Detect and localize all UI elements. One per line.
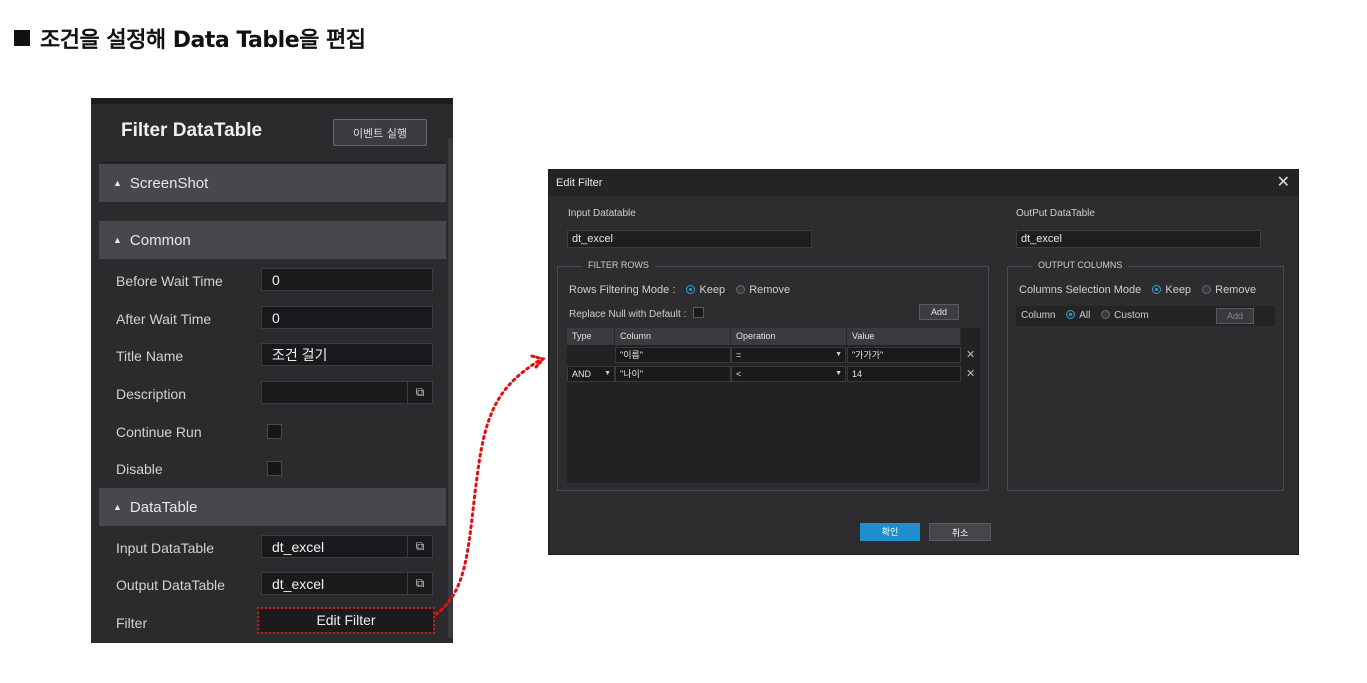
edit-filter-button[interactable]: Edit Filter: [257, 607, 435, 634]
cancel-button[interactable]: 취소: [929, 523, 991, 541]
panel-topbar: [91, 98, 453, 104]
replace-null-row: Replace Null with Default :: [569, 307, 705, 320]
row2-operation-value: <: [736, 369, 742, 379]
panel-scrollbar[interactable]: [448, 138, 453, 638]
row2-value[interactable]: 14: [847, 366, 961, 382]
keep-label: Keep: [699, 284, 726, 296]
input-datatable-label: Input Datatable: [568, 208, 636, 219]
before-wait-input[interactable]: 0: [261, 268, 433, 291]
columns-mode-label: Columns Selection Mode: [1019, 284, 1142, 296]
delete-row-icon[interactable]: ✕: [966, 347, 975, 363]
close-icon[interactable]: ✕: [1277, 170, 1290, 196]
rows-filtering-mode: Rows Filtering Mode : Keep Remove: [569, 284, 790, 296]
add-filter-row-button[interactable]: Add: [919, 304, 959, 320]
keep-radio[interactable]: [686, 285, 696, 294]
input-datatable-field[interactable]: dt_excel: [567, 230, 812, 248]
remove-radio[interactable]: [1202, 285, 1212, 294]
delete-row-icon[interactable]: ✕: [966, 366, 975, 382]
before-wait-label: Before Wait Time: [116, 273, 223, 289]
columns-selection-mode: Columns Selection Mode Keep Remove: [1019, 284, 1256, 296]
square-bullet-icon: [14, 30, 30, 46]
section-label: DataTable: [129, 499, 198, 516]
input-datatable-input[interactable]: dt_excel ⧉: [261, 535, 433, 558]
filter-label: Filter: [116, 615, 148, 631]
column-options: Column All Custom: [1021, 310, 1149, 321]
collapse-triangle-icon: ▲: [113, 178, 122, 188]
remove-radio[interactable]: [736, 285, 746, 294]
custom-label: Custom: [1114, 310, 1149, 321]
grid-header-value: Value: [847, 328, 961, 345]
continue-run-label: Continue Run: [116, 424, 202, 440]
dropdown-arrow-icon: ▼: [604, 370, 611, 377]
grid-header-type: Type: [567, 328, 615, 345]
row2-type-value: AND: [572, 369, 592, 379]
description-label: Description: [116, 386, 187, 402]
keep-label: Keep: [1165, 284, 1192, 296]
filter-rows-legend: FILTER ROWS: [582, 260, 655, 270]
divider: [99, 162, 445, 163]
column-label: Column: [1021, 310, 1056, 321]
collapse-triangle-icon: ▲: [113, 235, 122, 245]
dropdown-arrow-icon: ▼: [835, 351, 842, 358]
row1-operation-value: =: [736, 350, 742, 360]
section-label: Common: [129, 232, 191, 249]
open-external-icon[interactable]: ⧉: [407, 573, 432, 594]
page-heading: 조건을 설정해 Data Table을 편집: [14, 22, 366, 54]
remove-label: Remove: [749, 284, 791, 296]
row1-value[interactable]: "가가가": [847, 347, 961, 363]
remove-label: Remove: [1215, 284, 1257, 296]
title-name-label: Title Name: [116, 348, 184, 364]
run-event-button[interactable]: 이벤트 실행: [333, 119, 427, 146]
filter-grid: Type Column Operation Value "이름" = ▼ "가가가…: [567, 328, 980, 483]
row1-operation[interactable]: = ▼: [731, 347, 846, 363]
output-columns-legend: OUTPUT COLUMNS: [1032, 260, 1129, 270]
after-wait-label: After Wait Time: [116, 311, 212, 327]
rows-mode-label: Rows Filtering Mode :: [569, 284, 676, 296]
dialog-title: Edit Filter: [556, 177, 603, 189]
collapse-triangle-icon: ▲: [113, 502, 122, 512]
disable-checkbox[interactable]: [267, 461, 282, 476]
section-label: ScreenShot: [129, 175, 209, 192]
confirm-button[interactable]: 확인: [860, 523, 920, 541]
after-wait-input[interactable]: 0: [261, 306, 433, 329]
all-label: All: [1079, 310, 1091, 321]
replace-null-checkbox[interactable]: [693, 307, 705, 318]
description-input[interactable]: ⧉: [261, 381, 433, 404]
section-screenshot[interactable]: ▲ ScreenShot: [99, 164, 446, 202]
add-column-button[interactable]: Add: [1216, 308, 1254, 324]
output-columns-group: OUTPUT COLUMNS: [1007, 260, 1284, 491]
section-common[interactable]: ▲ Common: [99, 221, 446, 259]
disable-label: Disable: [116, 461, 163, 477]
keep-radio[interactable]: [1152, 285, 1162, 294]
output-datatable-label: OutPut DataTable: [1016, 208, 1095, 219]
input-datatable-value: dt_excel: [272, 539, 325, 555]
custom-radio[interactable]: [1101, 310, 1111, 319]
dialog-titlebar: Edit Filter ✕: [549, 170, 1298, 196]
output-datatable-field[interactable]: dt_excel: [1016, 230, 1261, 248]
title-name-input[interactable]: 조건 걸기: [261, 343, 433, 366]
section-datatable[interactable]: ▲ DataTable: [99, 488, 446, 526]
replace-null-label: Replace Null with Default :: [569, 309, 687, 320]
output-datatable-input[interactable]: dt_excel ⧉: [261, 572, 433, 595]
grid-header-operation: Operation: [731, 328, 847, 345]
row2-type[interactable]: AND ▼: [567, 366, 615, 382]
dropdown-arrow-icon: ▼: [835, 370, 842, 377]
continue-run-checkbox[interactable]: [267, 424, 282, 439]
edit-filter-dialog: Edit Filter ✕ Input Datatable dt_excel O…: [548, 169, 1299, 555]
open-external-icon[interactable]: ⧉: [407, 536, 432, 557]
output-datatable-label: Output DataTable: [116, 577, 225, 593]
grid-header-column: Column: [615, 328, 731, 345]
property-panel: Filter DataTable 이벤트 실행 ▲ ScreenShot ▲ Com…: [91, 98, 453, 643]
input-datatable-label: Input DataTable: [116, 540, 215, 556]
heading-text: 조건을 설정해 Data Table을 편집: [40, 28, 366, 53]
all-radio[interactable]: [1066, 310, 1076, 319]
row1-column[interactable]: "이름": [615, 347, 731, 363]
row2-operation[interactable]: < ▼: [731, 366, 846, 382]
row2-column[interactable]: "나이": [615, 366, 731, 382]
output-datatable-value: dt_excel: [272, 576, 325, 592]
open-external-icon[interactable]: ⧉: [407, 382, 432, 403]
panel-title: Filter DataTable: [121, 120, 263, 141]
